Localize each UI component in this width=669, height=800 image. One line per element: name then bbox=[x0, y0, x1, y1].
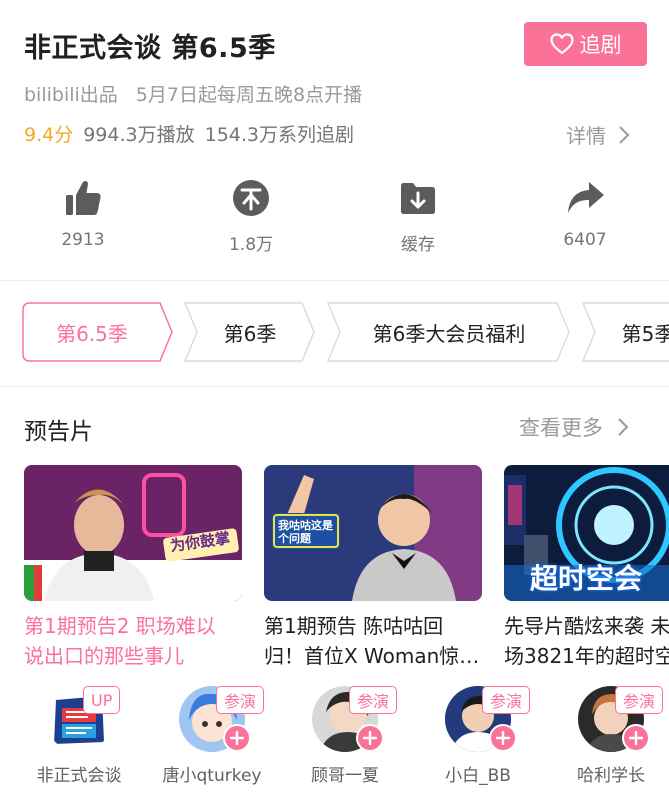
plus-icon bbox=[496, 731, 510, 745]
follow-plus-button[interactable] bbox=[622, 724, 650, 752]
season-tab[interactable]: 第6季大会员福利 bbox=[327, 302, 571, 362]
trailer-title: 第1期预告 陈咕咕回 归！首位X Woman惊… bbox=[264, 611, 482, 671]
cache-button[interactable]: 缓存 bbox=[358, 178, 478, 255]
divider bbox=[0, 280, 669, 281]
trailer-thumbnail: 为你鼓掌 bbox=[24, 465, 242, 601]
cast-name: 哈利学长 bbox=[577, 766, 645, 786]
details-link[interactable]: 详情 bbox=[566, 120, 630, 149]
trailer-card[interactable]: 我咕咕这是个问题 第1期预告 陈咕咕回 归！首位X Woman惊… bbox=[264, 465, 482, 671]
season-tab[interactable]: 第5季 bbox=[582, 302, 669, 362]
heart-icon bbox=[549, 33, 574, 55]
divider bbox=[0, 386, 669, 387]
trailer-card[interactable]: 超时空会 先导片酷炫来袭 未 场3821年的超时空 bbox=[504, 465, 669, 671]
share-button[interactable]: 6407 bbox=[525, 178, 645, 250]
cast-member[interactable]: 参演 小白_BB bbox=[413, 686, 543, 786]
trailer-title-line: 第1期预告 陈咕咕回 bbox=[264, 614, 444, 638]
view-more-label: 查看更多 bbox=[519, 416, 603, 440]
cast-role-badge: 参演 bbox=[482, 686, 531, 714]
cast-name: 非正式会谈 bbox=[36, 766, 122, 786]
follow-plus-button[interactable] bbox=[223, 724, 251, 752]
trailer-title-line: 先导片酷炫来袭 未 bbox=[504, 614, 669, 638]
chevron-right-icon bbox=[618, 418, 629, 436]
header: 非正式会谈 第6.5季 追剧 bilibili出品 5月7日起每周五晚8点开播 9… bbox=[24, 22, 664, 152]
follow-plus-button[interactable] bbox=[356, 724, 384, 752]
season-tab-label: 第5季 bbox=[621, 321, 669, 346]
meta-line: bilibili出品 5月7日起每周五晚8点开播 bbox=[24, 80, 362, 107]
cast-role-badge: 参演 bbox=[216, 686, 265, 714]
like-button[interactable]: 2913 bbox=[23, 178, 143, 250]
page-title: 非正式会谈 第6.5季 bbox=[24, 33, 276, 64]
chevron-right-icon bbox=[619, 125, 630, 144]
schedule: 5月7日起每周五晚8点开播 bbox=[135, 84, 363, 106]
trailer-title-line: 第1期预告2 职场难以 bbox=[24, 614, 216, 638]
follow-plus-button[interactable] bbox=[489, 724, 517, 752]
score: 9.4分 bbox=[24, 124, 74, 146]
share-count: 6407 bbox=[563, 230, 607, 250]
trailer-thumbnail-caption: 超时空会 bbox=[530, 562, 643, 595]
season-tab-label: 第6季 bbox=[223, 321, 277, 346]
action-bar: 2913 1.8万 缓存 6407 bbox=[0, 178, 669, 268]
cast-member[interactable]: UP 非正式会谈 bbox=[14, 686, 144, 786]
trailer-title-line: 归！首位X Woman惊… bbox=[264, 644, 480, 668]
follow-button[interactable]: 追剧 bbox=[524, 22, 647, 66]
trailer-title: 第1期预告2 职场难以 说出口的那些事儿 bbox=[24, 611, 242, 671]
coin-button[interactable]: 1.8万 bbox=[191, 178, 311, 255]
like-count: 2913 bbox=[61, 230, 105, 250]
cast-name: 唐小qturkey bbox=[162, 766, 262, 786]
cast-member[interactable]: 参演 哈利学长 bbox=[546, 686, 669, 786]
section-title: 预告片 bbox=[24, 419, 93, 445]
season-tab-label: 第6.5季 bbox=[56, 321, 128, 346]
coin-icon bbox=[233, 180, 269, 216]
avatar-wrapper: UP bbox=[46, 686, 121, 752]
season-tab-label: 第6季大会员福利 bbox=[372, 321, 526, 346]
trailer-list: 为你鼓掌 第1期预告2 职场难以 说出口的那些事儿 我咕咕这是个问题 第1期预告… bbox=[0, 465, 669, 675]
cast-role-badge: 参演 bbox=[349, 686, 398, 714]
avatar-wrapper: 参演 bbox=[578, 686, 664, 752]
cast-role-badge: 参演 bbox=[615, 686, 664, 714]
producer: bilibili出品 bbox=[24, 84, 118, 106]
share-arrow-icon bbox=[568, 182, 604, 213]
avatar-wrapper: 参演 bbox=[179, 686, 265, 752]
follow-button-label: 追剧 bbox=[579, 33, 622, 57]
cast-name: 顾哥一夏 bbox=[311, 766, 379, 786]
trailer-title-line: 说出口的那些事儿 bbox=[24, 644, 184, 668]
details-label: 详情 bbox=[566, 124, 606, 148]
avatar-wrapper: 参演 bbox=[312, 686, 398, 752]
cache-label: 缓存 bbox=[401, 235, 435, 255]
cast-list: UP 非正式会谈 参演 唐小qturkey 参演 顾哥一夏 参演 小白_BB 参… bbox=[0, 686, 669, 786]
view-more-link[interactable]: 查看更多 bbox=[519, 412, 629, 442]
plus-icon bbox=[230, 731, 244, 745]
download-folder-icon bbox=[401, 183, 435, 214]
season-tabs: 第6.5季 第6季 第6季大会员福利 第5季 bbox=[0, 302, 669, 364]
season-tab[interactable]: 第6.5季 bbox=[22, 302, 174, 362]
cast-member[interactable]: 参演 顾哥一夏 bbox=[280, 686, 410, 786]
plus-icon bbox=[629, 731, 643, 745]
series-follow-count: 154.3万系列追剧 bbox=[204, 124, 355, 146]
season-tab[interactable]: 第6季 bbox=[184, 302, 316, 362]
trailer-thumbnail-caption: 我咕咕这是个问题 bbox=[278, 519, 333, 545]
play-count: 994.3万播放 bbox=[83, 124, 195, 146]
coin-count: 1.8万 bbox=[228, 235, 274, 255]
trailer-thumbnail: 我咕咕这是个问题 bbox=[264, 465, 482, 601]
plus-icon bbox=[363, 731, 377, 745]
trailer-thumbnail: 超时空会 bbox=[504, 465, 669, 601]
cast-name: 小白_BB bbox=[445, 766, 511, 786]
trailer-title: 先导片酷炫来袭 未 场3821年的超时空 bbox=[504, 611, 669, 671]
avatar-wrapper: 参演 bbox=[445, 686, 531, 752]
cast-member[interactable]: 参演 唐小qturkey bbox=[147, 686, 277, 786]
stats-line: 9.4分 994.3万播放 154.3万系列追剧 bbox=[24, 120, 354, 147]
up-badge: UP bbox=[83, 686, 121, 714]
trailer-card[interactable]: 为你鼓掌 第1期预告2 职场难以 说出口的那些事儿 bbox=[24, 465, 242, 671]
trailer-title-line: 场3821年的超时空 bbox=[504, 644, 669, 668]
thumbs-up-icon bbox=[66, 180, 101, 215]
